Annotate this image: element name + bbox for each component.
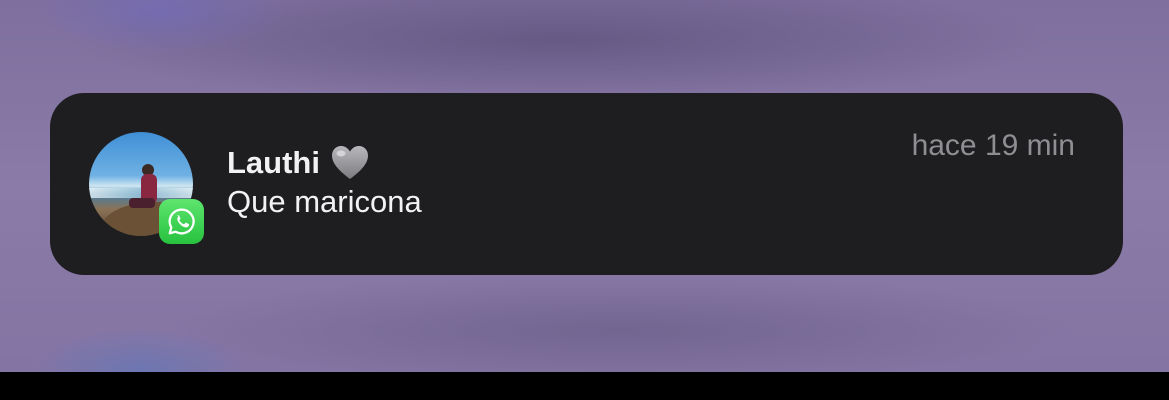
message-preview: Que maricona [227, 184, 422, 219]
sender-row: Lauthi [227, 143, 370, 183]
grey-heart-icon [330, 144, 370, 182]
sender-name: Lauthi [227, 145, 320, 180]
notification-card[interactable]: Lauthi Que maricona hace 19 min [50, 93, 1123, 275]
bottom-black-bar [0, 372, 1169, 400]
notification-timestamp: hace 19 min [911, 129, 1075, 162]
whatsapp-icon [159, 199, 204, 244]
